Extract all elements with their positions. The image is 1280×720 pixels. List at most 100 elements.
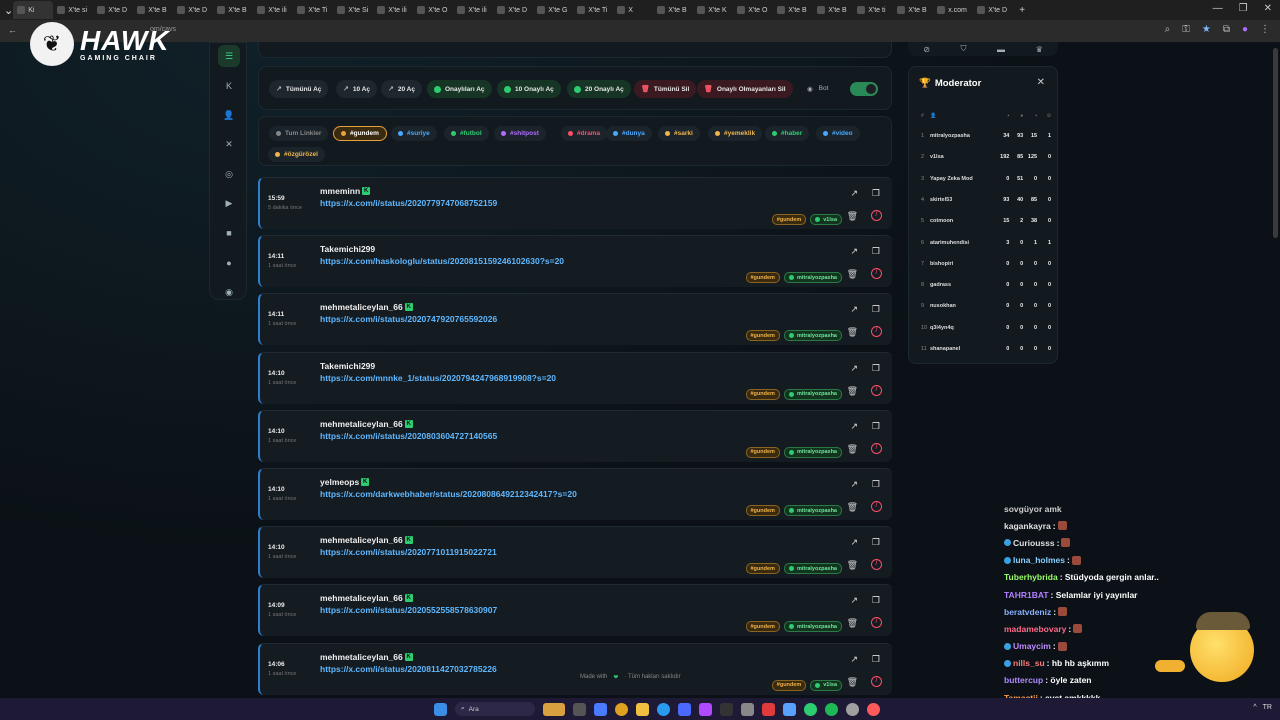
ban-icon[interactable]: / xyxy=(871,384,882,396)
tab-search-icon[interactable]: ⌄ xyxy=(4,4,13,17)
copy-icon[interactable]: ❐ xyxy=(872,246,880,257)
rail-k-icon[interactable]: K xyxy=(218,75,240,97)
post-author[interactable]: mehmetaliceylan_66 K xyxy=(320,419,413,429)
post-link[interactable]: https://x.com/darkwebhaber/status/202080… xyxy=(320,489,577,499)
taskbar-search[interactable]: ⌕ Ara xyxy=(455,702,535,716)
filter-chip[interactable]: Tum Linkler xyxy=(269,126,329,141)
open-external-icon[interactable]: ↗ xyxy=(850,479,858,490)
browser-tab[interactable]: X'te B xyxy=(213,1,253,19)
browser-tab[interactable]: X'te D xyxy=(173,1,213,19)
ban-icon[interactable]: / xyxy=(871,268,882,280)
browser-tab[interactable]: Ki xyxy=(13,1,54,19)
extensions-icon[interactable]: ⧉ xyxy=(1223,24,1230,35)
app-icon-1[interactable] xyxy=(678,702,691,716)
bookmark-star-icon[interactable]: ★ xyxy=(1202,24,1211,35)
bulk-button-2[interactable]: ↗ 20 Aç xyxy=(381,80,422,98)
browser-tab[interactable]: X'te si xyxy=(53,1,93,19)
spotify-icon[interactable] xyxy=(825,702,838,716)
task-view-icon[interactable] xyxy=(573,702,586,716)
open-external-icon[interactable]: ↗ xyxy=(850,304,858,315)
bulk-button-5[interactable]: 20 Onaylı Aç xyxy=(567,80,631,98)
new-tab-icon[interactable]: + xyxy=(1019,5,1025,16)
post-link[interactable]: https://x.com/i/status/20205525585786309… xyxy=(320,605,497,615)
page-scrollbar[interactable] xyxy=(1273,48,1278,238)
browser-tab[interactable]: X'te O xyxy=(413,1,453,19)
filter-chip[interactable]: #shitpost xyxy=(494,126,546,141)
open-external-icon[interactable]: ↗ xyxy=(850,595,858,606)
browser-tab[interactable]: X'te B xyxy=(133,1,173,19)
filter-chip[interactable]: #futbol xyxy=(444,126,489,141)
filter-chip[interactable]: #haber xyxy=(765,126,810,141)
browser-tab[interactable]: X'te ti xyxy=(853,1,893,19)
chrome-icon[interactable] xyxy=(615,702,628,716)
open-external-icon[interactable]: ↗ xyxy=(850,188,858,199)
post-author[interactable]: mmeminn K xyxy=(320,186,371,196)
key-icon[interactable]: ⚿ xyxy=(1182,24,1190,35)
app-icon-3[interactable] xyxy=(720,702,733,716)
ban-icon[interactable]: / xyxy=(871,442,882,454)
copy-icon[interactable]: ❐ xyxy=(872,363,880,374)
bulk-button-1[interactable]: ↗ 10 Aç xyxy=(336,80,377,98)
bulk-button-3[interactable]: Onaylıları Aç xyxy=(427,80,492,98)
browser-tab[interactable]: X'te Ti xyxy=(293,1,333,19)
ban-icon[interactable]: / xyxy=(871,675,882,687)
filter-chip[interactable]: #gundem xyxy=(333,126,387,141)
filter-chip[interactable]: #özgürözel xyxy=(268,147,325,162)
trophy-tab-icon[interactable]: ♛ xyxy=(1036,45,1043,54)
filter-chip[interactable]: #yemeklik xyxy=(708,126,763,141)
trash-icon[interactable]: 🗑 xyxy=(847,677,858,688)
trash-icon[interactable]: 🗑 xyxy=(847,560,858,571)
app-icon-9[interactable] xyxy=(867,702,880,716)
ban-icon[interactable]: / xyxy=(871,617,882,629)
ban-tab-icon[interactable]: ⊘ xyxy=(923,45,930,54)
widget-icon[interactable] xyxy=(543,702,565,716)
copy-icon[interactable]: ❐ xyxy=(872,537,880,548)
trash-tab-icon[interactable]: ▬ xyxy=(997,45,1005,54)
browser-tab[interactable]: X'te ili xyxy=(253,1,293,19)
zoom-icon[interactable]: ⌕ xyxy=(1165,24,1171,35)
open-external-icon[interactable]: ↗ xyxy=(850,537,858,548)
ban-icon[interactable]: / xyxy=(871,559,882,571)
post-author[interactable]: Takemichi299 xyxy=(320,361,375,371)
copy-icon[interactable]: ❐ xyxy=(872,421,880,432)
post-link[interactable]: https://x.com/haskologlu/status/20208151… xyxy=(320,256,564,266)
post-link[interactable]: https://x.com/i/status/20208036047271405… xyxy=(320,431,497,441)
rail-instagram-icon[interactable]: ◎ xyxy=(218,163,240,185)
rail-users-icon[interactable]: 👤 xyxy=(218,104,240,126)
open-external-icon[interactable]: ↗ xyxy=(850,421,858,432)
ban-icon[interactable]: / xyxy=(871,210,882,221)
filter-chip[interactable]: #dunya xyxy=(606,126,652,141)
trash-icon[interactable]: 🗑 xyxy=(847,618,858,629)
browser-tab[interactable]: x.com xyxy=(933,1,973,19)
copy-icon[interactable]: ❐ xyxy=(872,595,880,606)
post-link[interactable]: https://x.com/i/status/20207479207655920… xyxy=(320,314,497,324)
edge-icon[interactable] xyxy=(657,702,670,716)
browser-tab[interactable]: X'te Ti xyxy=(573,1,613,19)
rail-camera-icon[interactable]: ● xyxy=(218,252,240,274)
bot-toggle[interactable] xyxy=(850,82,878,96)
trash-icon[interactable]: 🗑 xyxy=(847,502,858,513)
post-author[interactable]: mehmetaliceylan_66 K xyxy=(320,652,413,662)
browser-tab[interactable]: X'te B xyxy=(653,1,693,19)
post-link[interactable]: https://x.com/i/status/20208114270327852… xyxy=(320,664,497,674)
rail-list-icon[interactable]: ☰ xyxy=(218,45,240,67)
app-icon-6[interactable] xyxy=(783,702,796,716)
filter-chip[interactable]: #suriye xyxy=(391,126,437,141)
minimize-icon[interactable]: — xyxy=(1213,3,1223,14)
browser-tab[interactable]: X'te ili xyxy=(373,1,413,19)
app-icon-8[interactable] xyxy=(846,702,859,716)
copy-icon[interactable]: ❐ xyxy=(872,304,880,315)
copy-icon[interactable]: ❐ xyxy=(872,479,880,490)
filter-chip[interactable]: #sarki xyxy=(658,126,700,141)
copilot-icon[interactable] xyxy=(594,702,607,716)
app-icon-2[interactable] xyxy=(699,702,712,716)
browser-tab[interactable]: X'te D xyxy=(493,1,533,19)
browser-tab[interactable]: X xyxy=(613,1,653,19)
browser-tab[interactable]: X'te Si xyxy=(333,1,373,19)
app-icon-7[interactable] xyxy=(804,702,817,716)
app-icon-4[interactable] xyxy=(741,702,754,716)
close-icon[interactable]: ✕ xyxy=(1037,77,1045,88)
open-external-icon[interactable]: ↗ xyxy=(850,654,858,665)
trash-icon[interactable]: 🗑 xyxy=(847,444,858,455)
browser-tab[interactable]: X'te D xyxy=(973,1,1013,19)
